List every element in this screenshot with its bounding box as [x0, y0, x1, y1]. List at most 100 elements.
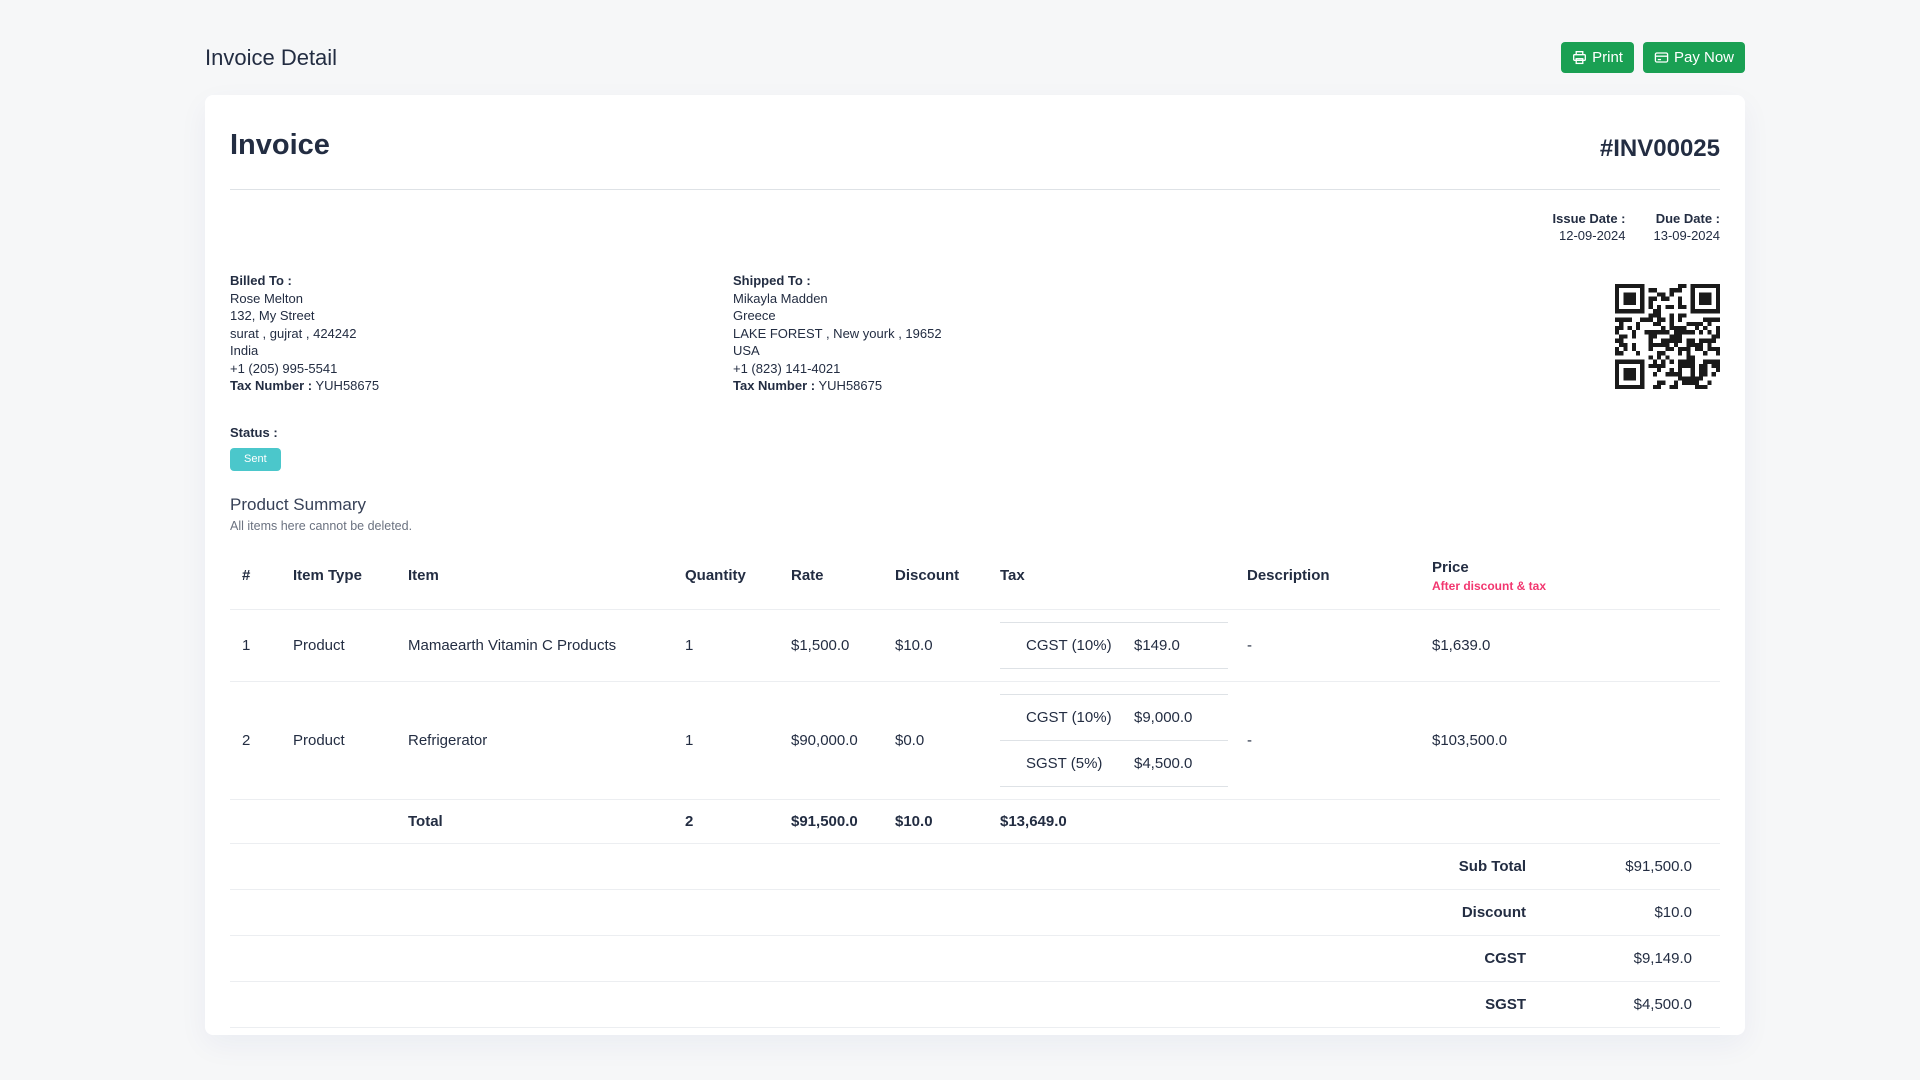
price-header-label: Price: [1432, 559, 1469, 576]
billed-to-phone: +1 (205) 995-5541: [230, 360, 733, 378]
row-item-type: Product: [281, 609, 396, 681]
printer-icon: [1572, 50, 1587, 65]
page-container: Invoice Detail Print: [205, 42, 1745, 1035]
items-table: # Item Type Item Quantity Rate Discount …: [230, 543, 1720, 844]
total-quantity: 2: [673, 799, 779, 843]
totals-section: Sub Total $91,500.0 Discount $10.0 CGST …: [230, 844, 1720, 1036]
row-tax-cell: CGST (10%) $9,000.0 SGST (5%) $4,500.0: [988, 681, 1235, 799]
billed-to-tax-label: Tax Number :: [230, 378, 312, 393]
product-summary-subtitle: All items here cannot be deleted.: [230, 519, 1720, 533]
totals-value: $91,500.0: [1526, 858, 1720, 875]
row-item: Mamaearth Vitamin C Products: [396, 609, 673, 681]
totals-value: $10.0: [1526, 904, 1720, 921]
row-item: Refrigerator: [396, 681, 673, 799]
col-header-description: Description: [1235, 543, 1420, 610]
totals-row-cgst: CGST $9,149.0: [230, 936, 1720, 982]
row-rate: $90,000.0: [779, 681, 883, 799]
tax-name: CGST (10%): [1026, 637, 1134, 654]
due-date-label: Due Date :: [1654, 210, 1721, 227]
invoice-heading: Invoice: [230, 129, 330, 162]
billed-to-address2: surat , gujrat , 424242: [230, 325, 733, 343]
billed-to-tax: Tax Number : YUH58675: [230, 377, 733, 395]
tax-entry: SGST (5%) $4,500.0: [1000, 740, 1228, 787]
col-header-item-type: Item Type: [281, 543, 396, 610]
invoice-header: Invoice #INV00025: [230, 129, 1720, 163]
col-header-quantity: Quantity: [673, 543, 779, 610]
shipped-to-tax-label: Tax Number :: [733, 378, 815, 393]
billed-to-label: Billed To :: [230, 272, 733, 290]
product-summary-title: Product Summary: [230, 495, 1720, 515]
status-badge: Sent: [230, 448, 281, 471]
status-block: Status : Sent: [230, 425, 1720, 471]
issue-date-block: Issue Date : 12-09-2024: [1553, 210, 1626, 244]
tax-entry: CGST (10%) $9,000.0: [1000, 694, 1228, 740]
topbar: Invoice Detail Print: [205, 42, 1745, 73]
row-discount: $0.0: [883, 681, 988, 799]
col-header-tax: Tax: [988, 543, 1235, 610]
totals-row-total: Total $105,139.0: [230, 1028, 1720, 1036]
tax-amount: $9,000.0: [1134, 709, 1192, 726]
qr-code: [1615, 272, 1720, 395]
total-tax: $13,649.0: [988, 799, 1235, 843]
totals-row-sgst: SGST $4,500.0: [230, 982, 1720, 1028]
shipped-to-tax-number: YUH58675: [819, 378, 883, 393]
totals-row-discount: Discount $10.0: [230, 890, 1720, 936]
price-header-note: After discount & tax: [1432, 579, 1708, 593]
row-price: $1,639.0: [1420, 609, 1720, 681]
page-title: Invoice Detail: [205, 45, 337, 71]
billed-to-name: Rose Melton: [230, 290, 733, 308]
tax-amount: $149.0: [1134, 637, 1180, 654]
pay-now-button[interactable]: Pay Now: [1643, 42, 1745, 73]
totals-label: Sub Total: [230, 858, 1526, 875]
tax-name: CGST (10%): [1026, 709, 1134, 726]
invoice-card: Invoice #INV00025 Issue Date : 12-09-202…: [205, 95, 1745, 1035]
col-header-index: #: [230, 543, 281, 610]
totals-label: CGST: [230, 950, 1526, 967]
row-item-type: Product: [281, 681, 396, 799]
product-summary-header: Product Summary All items here cannot be…: [230, 495, 1720, 533]
row-index: 1: [230, 609, 281, 681]
shipped-to-name: Mikayla Madden: [733, 290, 1236, 308]
col-header-item: Item: [396, 543, 673, 610]
totals-label: Discount: [230, 904, 1526, 921]
row-index: 2: [230, 681, 281, 799]
row-tax-cell: CGST (10%) $149.0: [988, 609, 1235, 681]
table-total-row: Total 2 $91,500.0 $10.0 $13,649.0: [230, 799, 1720, 843]
print-button[interactable]: Print: [1561, 42, 1634, 73]
totals-row-subtotal: Sub Total $91,500.0: [230, 844, 1720, 890]
billed-to-tax-number: YUH58675: [316, 378, 380, 393]
totals-label: SGST: [230, 996, 1526, 1013]
shipped-to-country: USA: [733, 342, 1236, 360]
credit-card-icon: [1654, 50, 1669, 65]
row-quantity: 1: [673, 681, 779, 799]
row-rate: $1,500.0: [779, 609, 883, 681]
row-description: -: [1235, 681, 1420, 799]
total-discount: $10.0: [883, 799, 988, 843]
shipped-to-address1: Greece: [733, 307, 1236, 325]
tax-name: SGST (5%): [1026, 755, 1134, 772]
col-header-price: Price After discount & tax: [1420, 543, 1720, 610]
row-quantity: 1: [673, 609, 779, 681]
shipped-to-tax: Tax Number : YUH58675: [733, 377, 1236, 395]
topbar-actions: Print Pay Now: [1561, 42, 1745, 73]
table-row: 2 Product Refrigerator 1 $90,000.0 $0.0 …: [230, 681, 1720, 799]
tax-entry: CGST (10%) $149.0: [1000, 622, 1228, 669]
billed-to-country: India: [230, 342, 733, 360]
issue-date-label: Issue Date :: [1553, 210, 1626, 227]
items-table-header-row: # Item Type Item Quantity Rate Discount …: [230, 543, 1720, 610]
pay-now-button-label: Pay Now: [1674, 49, 1734, 66]
billed-to-block: Billed To : Rose Melton 132, My Street s…: [230, 272, 733, 395]
shipped-to-phone: +1 (823) 141-4021: [733, 360, 1236, 378]
due-date-block: Due Date : 13-09-2024: [1654, 210, 1721, 244]
shipped-to-label: Shipped To :: [733, 272, 1236, 290]
print-button-label: Print: [1592, 49, 1623, 66]
tax-amount: $4,500.0: [1134, 755, 1192, 772]
row-description: -: [1235, 609, 1420, 681]
table-row: 1 Product Mamaearth Vitamin C Products 1…: [230, 609, 1720, 681]
status-label: Status :: [230, 425, 1720, 440]
total-rate: $91,500.0: [779, 799, 883, 843]
shipped-to-block: Shipped To : Mikayla Madden Greece LAKE …: [733, 272, 1236, 395]
totals-value: $4,500.0: [1526, 996, 1720, 1013]
totals-value: $9,149.0: [1526, 950, 1720, 967]
row-discount: $10.0: [883, 609, 988, 681]
